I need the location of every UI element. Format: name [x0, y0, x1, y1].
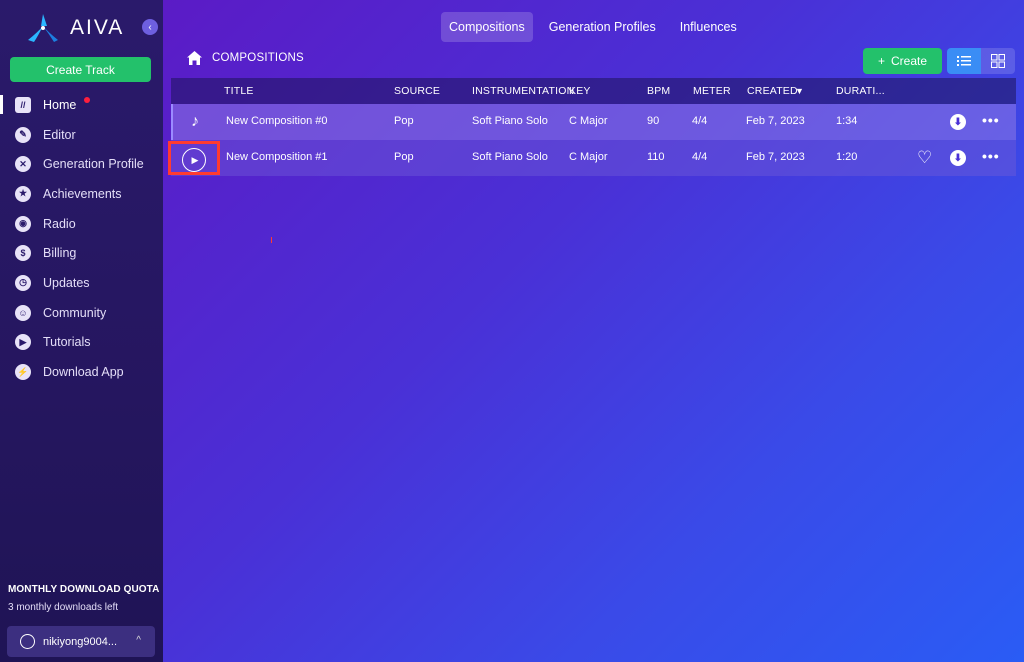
medal-icon: ★ — [15, 185, 31, 202]
sidebar-item-label: Home — [43, 97, 77, 112]
table-row[interactable]: ▶ New Composition #1 Pop Soft Piano Solo… — [168, 140, 1016, 176]
app-logo[interactable]: AIVA — [24, 12, 124, 44]
header-created[interactable]: CREATED — [747, 85, 798, 97]
cell-title[interactable]: New Composition #0 — [226, 115, 328, 127]
download-app-icon: ⚡ — [15, 364, 31, 381]
heart-icon[interactable]: ♡ — [917, 148, 932, 168]
main-content: Compositions Generation Profiles Influen… — [163, 0, 1024, 662]
cursor-mark — [271, 237, 272, 243]
sidebar-nav: // Home ✎ Editor ✕ Generation Profile ★ … — [0, 90, 163, 387]
tab-compositions[interactable]: Compositions — [441, 12, 533, 42]
quota-remaining: 3 monthly downloads left — [8, 602, 119, 613]
music-note-icon: ♪ — [191, 113, 199, 130]
home-icon[interactable] — [187, 51, 202, 65]
clock-icon: ◷ — [15, 274, 31, 291]
user-menu[interactable]: nikiyong9004... ^ — [7, 626, 155, 657]
sidebar-item-label: Generation Profile — [43, 157, 144, 172]
sidebar-item-download-app[interactable]: ⚡ Download App — [0, 357, 163, 387]
download-icon[interactable]: ⬇ — [950, 150, 966, 166]
sort-desc-icon[interactable]: ▼ — [795, 86, 804, 96]
cell-source: Pop — [394, 115, 414, 127]
cell-bpm: 110 — [647, 151, 665, 163]
pencil-icon: ✎ — [15, 126, 31, 143]
list-view-button[interactable] — [947, 48, 981, 74]
cell-meter: 4/4 — [692, 115, 708, 127]
quota-title: MONTHLY DOWNLOAD QUOTA — [8, 584, 160, 595]
play-icon: ▶ — [15, 334, 31, 351]
tab-influences[interactable]: Influences — [672, 12, 745, 42]
table-row[interactable]: ♪ New Composition #0 Pop Soft Piano Solo… — [171, 104, 1016, 140]
grid-icon — [991, 54, 1005, 68]
cell-bpm: 90 — [647, 115, 660, 127]
cell-key: C Major — [569, 151, 608, 163]
cell-created: Feb 7, 2023 — [746, 115, 805, 127]
header-meter[interactable]: METER — [693, 85, 731, 97]
app-name: AIVA — [70, 16, 125, 39]
home-icon: // — [15, 96, 31, 113]
sidebar-item-label: Editor — [43, 127, 76, 142]
download-icon[interactable]: ⬇ — [950, 114, 966, 130]
sidebar-item-label: Download App — [43, 365, 124, 380]
sidebar-item-label: Tutorials — [43, 335, 91, 350]
cell-instrumentation: Soft Piano Solo — [472, 151, 548, 163]
header-bpm[interactable]: BPM — [647, 85, 670, 97]
header-source[interactable]: SOURCE — [394, 85, 440, 97]
sidebar-item-label: Radio — [43, 216, 76, 231]
cell-duration: 1:20 — [836, 151, 858, 163]
breadcrumb: COMPOSITIONS — [187, 51, 304, 65]
table-header: TITLE SOURCE INSTRUMENTATION KEY BPM MET… — [171, 78, 1016, 104]
cell-instrumentation: Soft Piano Solo — [472, 115, 548, 127]
cell-duration: 1:34 — [836, 115, 858, 127]
compositions-table: TITLE SOURCE INSTRUMENTATION KEY BPM MET… — [168, 78, 1016, 176]
more-options-icon[interactable]: ••• — [982, 148, 1000, 164]
sidebar-item-home[interactable]: // Home — [0, 90, 163, 120]
sidebar-item-label: Billing — [43, 246, 77, 261]
header-instrumentation[interactable]: INSTRUMENTATION — [472, 85, 574, 97]
sliders-icon: ✕ — [15, 156, 31, 173]
list-icon — [957, 56, 971, 66]
sidebar-item-achievements[interactable]: ★ Achievements — [0, 179, 163, 209]
create-button-label: Create — [890, 54, 928, 68]
header-title[interactable]: TITLE — [224, 85, 254, 97]
sidebar-item-editor[interactable]: ✎ Editor — [0, 120, 163, 150]
sidebar-item-updates[interactable]: ◷ Updates — [0, 268, 163, 298]
sidebar-item-community[interactable]: ☺ Community — [0, 298, 163, 328]
discord-icon: ☺ — [15, 304, 31, 321]
breadcrumb-label: COMPOSITIONS — [212, 52, 304, 64]
header-duration[interactable]: DURATI... — [836, 85, 885, 97]
sidebar-item-label: Updates — [43, 275, 90, 290]
user-avatar-icon — [20, 634, 35, 649]
notification-dot — [84, 97, 90, 103]
sidebar-item-radio[interactable]: ◉ Radio — [0, 209, 163, 239]
create-button[interactable]: + Create — [863, 48, 942, 74]
play-icon[interactable]: ▶ — [182, 148, 206, 172]
create-track-button[interactable]: Create Track — [10, 57, 151, 82]
sidebar-item-generation-profile[interactable]: ✕ Generation Profile — [0, 149, 163, 179]
cell-key: C Major — [569, 115, 608, 127]
chevron-left-icon: ‹ — [148, 21, 152, 33]
sidebar-item-label: Community — [43, 305, 107, 320]
tab-generation-profiles[interactable]: Generation Profiles — [541, 12, 664, 42]
cell-created: Feb 7, 2023 — [746, 151, 805, 163]
aiva-logo-icon — [28, 14, 58, 42]
cell-title[interactable]: New Composition #1 — [226, 151, 328, 163]
plus-icon: + — [877, 54, 885, 68]
chevron-up-icon: ^ — [136, 635, 141, 646]
cell-meter: 4/4 — [692, 151, 708, 163]
sidebar-item-tutorials[interactable]: ▶ Tutorials — [0, 328, 163, 358]
more-options-icon[interactable]: ••• — [982, 112, 1000, 128]
top-tabs: Compositions Generation Profiles Influen… — [441, 12, 745, 42]
sidebar-item-label: Achievements — [43, 186, 122, 201]
play-button-highlight: ▶ — [168, 141, 220, 175]
dollar-icon: $ — [15, 245, 31, 262]
cell-source: Pop — [394, 151, 414, 163]
radio-icon: ◉ — [15, 215, 31, 232]
grid-view-button[interactable] — [981, 48, 1015, 74]
sidebar: AIVA ‹ Create Track // Home ✎ Editor ✕ G… — [0, 0, 163, 662]
collapse-sidebar-button[interactable]: ‹ — [142, 19, 158, 35]
header-key[interactable]: KEY — [569, 85, 591, 97]
user-name: nikiyong9004... — [43, 635, 117, 648]
sidebar-item-billing[interactable]: $ Billing — [0, 238, 163, 268]
